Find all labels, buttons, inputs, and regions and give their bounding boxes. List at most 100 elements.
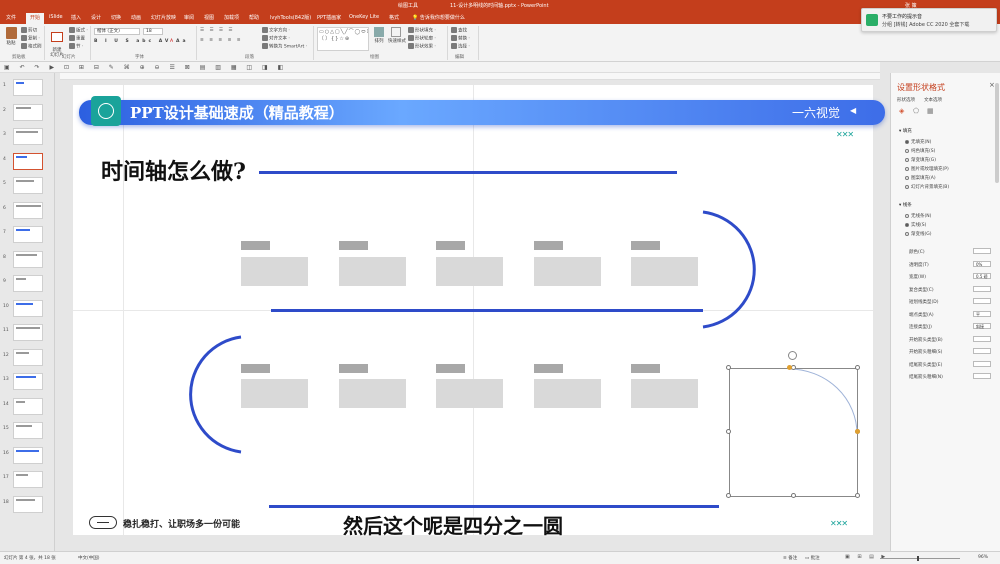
slide-thumbnail[interactable] — [13, 275, 43, 292]
tab-onekey[interactable]: OneKey Lite — [349, 14, 379, 20]
line-options-radio[interactable]: 实线(S) — [905, 222, 926, 228]
slide-thumbnail[interactable] — [13, 299, 43, 317]
content-placeholder[interactable] — [241, 257, 308, 286]
size-tab-icon[interactable]: ▦ — [927, 107, 934, 115]
content-placeholder[interactable] — [436, 379, 503, 408]
tab-view[interactable]: 视图 — [204, 14, 214, 21]
right-semicircle-arc[interactable] — [693, 205, 773, 335]
comments-button[interactable]: ▭ 批注 — [805, 555, 820, 561]
slide-thumbnail[interactable] — [13, 495, 43, 513]
copy-button[interactable]: 复制 · — [21, 35, 40, 42]
tab-shape-options[interactable]: 形状选项 — [897, 97, 915, 103]
section-button[interactable]: 节 · — [69, 43, 83, 50]
resize-handle[interactable] — [855, 365, 860, 370]
label-placeholder[interactable] — [436, 364, 465, 373]
tab-home[interactable]: 开始 — [26, 13, 45, 24]
effects-tab-icon[interactable]: ⬠ — [913, 107, 919, 115]
fill-options-radio[interactable]: 渐变填充(G) — [905, 157, 936, 163]
slide-thumbnail[interactable] — [13, 226, 43, 243]
shape-fill-button[interactable]: 形状填充 · — [408, 27, 436, 34]
zoom-level[interactable]: 96% — [978, 555, 988, 560]
zoom-slider[interactable] — [880, 556, 960, 561]
property-control[interactable] — [973, 335, 991, 342]
label-placeholder[interactable] — [534, 364, 563, 373]
content-placeholder[interactable] — [631, 257, 698, 286]
tab-ppt-illustrator[interactable]: PPT插画家 — [317, 14, 341, 21]
quarter-circle-arc[interactable] — [729, 368, 859, 498]
tab-islide[interactable]: iSlide — [49, 14, 63, 20]
tab-format[interactable]: 格式 — [389, 14, 399, 21]
slide-heading[interactable]: 时间轴怎么做? — [101, 154, 246, 186]
tab-file[interactable]: 文件 — [6, 14, 16, 21]
slide-thumbnail[interactable] — [13, 103, 43, 121]
content-placeholder[interactable] — [534, 257, 601, 286]
property-control[interactable]: 斜接 — [973, 323, 991, 329]
slide-thumbnail[interactable] — [13, 397, 43, 415]
tab-help[interactable]: 帮助 — [249, 14, 259, 21]
tab-lvyhtools[interactable]: lvyhTools(842版) — [270, 14, 311, 21]
cut-button[interactable]: 剪切 — [21, 27, 37, 34]
align-buttons[interactable]: ≡ ≡ ≡ ≡ ≡ — [200, 38, 243, 43]
resize-handle[interactable] — [791, 493, 796, 498]
slide-thumbnail[interactable] — [13, 373, 43, 390]
slide-thumbnail[interactable] — [13, 177, 43, 194]
property-control[interactable] — [973, 348, 991, 354]
line-options-radio[interactable]: 渐变线(G) — [905, 231, 932, 237]
language-indicator[interactable]: 中文(中国) — [78, 555, 100, 561]
tab-slideshow[interactable]: 幻灯片放映 — [151, 14, 176, 21]
slide-thumbnail[interactable] — [13, 422, 43, 439]
fill-options-radio[interactable]: 图片或纹理填充(P) — [905, 166, 949, 172]
label-placeholder[interactable] — [631, 364, 660, 373]
tab-insert[interactable]: 插入 — [71, 14, 81, 21]
resize-handle[interactable] — [726, 429, 731, 434]
label-placeholder[interactable] — [339, 364, 368, 373]
timeline-line-1[interactable] — [259, 171, 677, 174]
label-placeholder[interactable] — [241, 241, 270, 250]
qat-icons[interactable]: ▣ ↶ ↷ ▶ ⊡ ⊞ ⊟ ✎ ⌘ ⊕ ⊖ ☰ ⊠ ▤ ▥ ▦ ◫ ◨ ◧ — [4, 64, 287, 71]
tab-design[interactable]: 设计 — [91, 14, 101, 21]
slide-thumbnail[interactable] — [13, 446, 43, 464]
content-placeholder[interactable] — [436, 257, 503, 286]
content-placeholder[interactable] — [534, 379, 601, 408]
label-placeholder[interactable] — [436, 241, 465, 250]
font-style-buttons[interactable]: B I U S abc AV Aa — [94, 39, 189, 44]
smartart-button[interactable]: 转换为 SmartArt · — [262, 43, 307, 50]
quick-styles-button[interactable]: 快速样式 — [388, 27, 406, 44]
tab-animations[interactable]: 动画 — [131, 14, 141, 21]
shapes-gallery[interactable]: ▭○△▢╲╱⌒◯⬭☐▷⬡〔〕{}☆⊕ — [317, 27, 369, 51]
close-icon[interactable]: × — [989, 81, 995, 89]
tell-me-search[interactable]: 💡 告诉我你想要做什么 — [412, 14, 465, 21]
property-control[interactable] — [973, 285, 991, 292]
adjust-handle[interactable] — [787, 365, 792, 370]
resize-handle[interactable] — [855, 493, 860, 498]
resize-handle[interactable] — [726, 365, 731, 370]
select-button[interactable]: 选择 · — [451, 43, 470, 50]
label-placeholder[interactable] — [241, 364, 270, 373]
label-placeholder[interactable] — [339, 241, 368, 250]
text-direction-button[interactable]: 文字方向 · — [262, 27, 290, 34]
font-size-select[interactable]: 18 — [143, 28, 163, 35]
paste-button[interactable]: 粘贴 — [4, 27, 18, 46]
content-placeholder[interactable] — [339, 379, 406, 408]
format-painter-button[interactable]: 格式刷 — [21, 43, 42, 50]
shape-outline-button[interactable]: 形状轮廓 · — [408, 35, 436, 42]
adjust-handle[interactable] — [855, 429, 860, 434]
property-control[interactable]: 0.5 磅 — [973, 273, 991, 279]
layout-button[interactable]: 版式 · — [69, 27, 88, 34]
resize-handle[interactable] — [726, 493, 731, 498]
line-options-radio[interactable]: 无线条(N) — [905, 213, 931, 219]
fill-line-icon[interactable]: ◈ — [899, 107, 904, 115]
fill-options-radio[interactable]: 无填充(N) — [905, 139, 931, 145]
content-placeholder[interactable] — [339, 257, 406, 286]
content-placeholder[interactable] — [631, 379, 698, 408]
font-color-button[interactable]: A — [170, 39, 173, 44]
notification-toast[interactable]: 不要工作的提示音 分组 [转钱] Adobe CC 2020 全套下载 — [861, 8, 997, 32]
label-placeholder[interactable] — [631, 241, 660, 250]
property-control[interactable] — [973, 360, 991, 367]
fill-options-radio[interactable]: 幻灯片背景填充(B) — [905, 184, 949, 190]
reset-button[interactable]: 重置 — [69, 35, 85, 42]
tab-transitions[interactable]: 切换 — [111, 14, 121, 21]
tab-text-options[interactable]: 文本选项 — [924, 97, 942, 103]
property-control[interactable] — [973, 373, 991, 379]
property-control[interactable] — [973, 248, 991, 254]
